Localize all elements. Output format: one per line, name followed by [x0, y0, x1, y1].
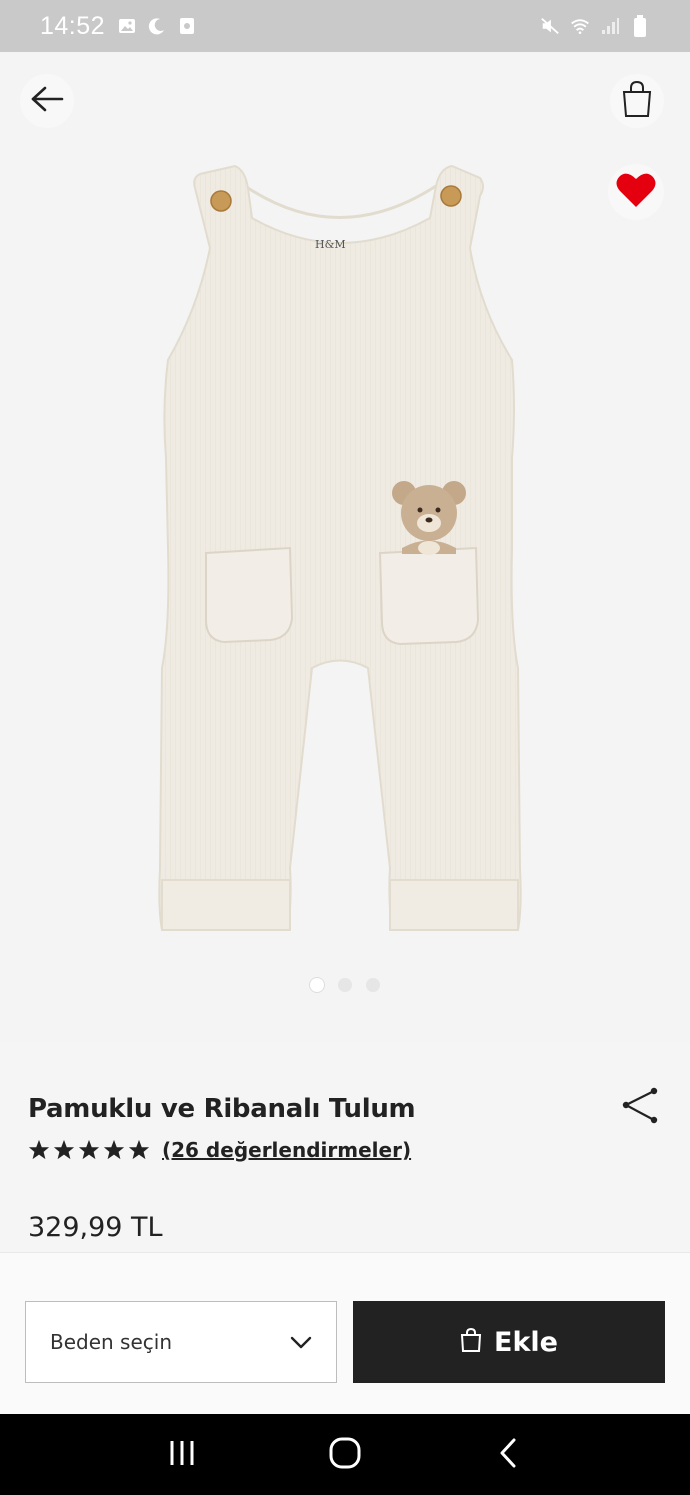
- recent-apps-icon: [167, 1439, 197, 1471]
- favorite-button[interactable]: [608, 164, 664, 220]
- product-image: H&M: [158, 164, 522, 931]
- slide-dot-2[interactable]: [338, 978, 352, 992]
- product-gallery[interactable]: H&M: [0, 52, 690, 1042]
- rating: (26 değerlendirmeler): [28, 1138, 411, 1162]
- share-button[interactable]: [620, 1086, 662, 1126]
- reviews-link[interactable]: (26 değerlendirmeler): [162, 1138, 411, 1162]
- system-nav-bar: [0, 1414, 690, 1495]
- status-bar: 14:52: [0, 0, 690, 52]
- arrow-left-icon: [29, 85, 65, 117]
- slide-indicators: [0, 978, 690, 992]
- add-to-cart-button[interactable]: Ekle: [353, 1301, 665, 1383]
- back-button[interactable]: [20, 74, 74, 128]
- signal-icon: [600, 16, 620, 36]
- product-title: Pamuklu ve Ribanalı Tulum: [28, 1094, 416, 1124]
- star-icon: [28, 1139, 50, 1160]
- back-chevron-icon: [498, 1437, 518, 1473]
- status-right-icons: [540, 15, 650, 37]
- add-to-cart-label: Ekle: [494, 1326, 558, 1358]
- share-icon: [620, 1087, 662, 1130]
- slide-dot-1[interactable]: [310, 978, 324, 992]
- battery-icon: [630, 15, 650, 37]
- shopping-bag-icon: [460, 1327, 482, 1357]
- heart-icon: [615, 171, 657, 213]
- cart-button[interactable]: [610, 74, 664, 128]
- image-icon: [117, 16, 137, 36]
- app-notification-icon: [177, 16, 197, 36]
- product-info: Pamuklu ve Ribanalı Tulum (26 değerlendi…: [0, 1042, 690, 1252]
- chevron-down-icon: [290, 1335, 312, 1349]
- size-select-label: Beden seçin: [50, 1330, 173, 1354]
- brand-label: H&M: [315, 238, 346, 251]
- star-icon: [128, 1139, 150, 1160]
- purchase-bar: Beden seçin Ekle: [0, 1252, 690, 1414]
- status-left-icons: [117, 16, 197, 36]
- mute-icon: [540, 16, 560, 36]
- home-icon: [329, 1437, 361, 1473]
- system-back-button[interactable]: [478, 1425, 538, 1485]
- size-select[interactable]: Beden seçin: [25, 1301, 337, 1383]
- product-price: 329,99 TL: [28, 1212, 163, 1243]
- wifi-icon: [570, 16, 590, 36]
- slide-dot-3[interactable]: [366, 978, 380, 992]
- moon-icon: [147, 16, 167, 36]
- star-icon: [78, 1139, 100, 1160]
- star-icon: [53, 1139, 75, 1160]
- rating-stars: [28, 1139, 150, 1161]
- shopping-bag-icon: [621, 80, 653, 122]
- status-time: 14:52: [40, 11, 106, 40]
- recent-apps-button[interactable]: [152, 1425, 212, 1485]
- star-icon: [103, 1139, 125, 1160]
- home-button[interactable]: [315, 1425, 375, 1485]
